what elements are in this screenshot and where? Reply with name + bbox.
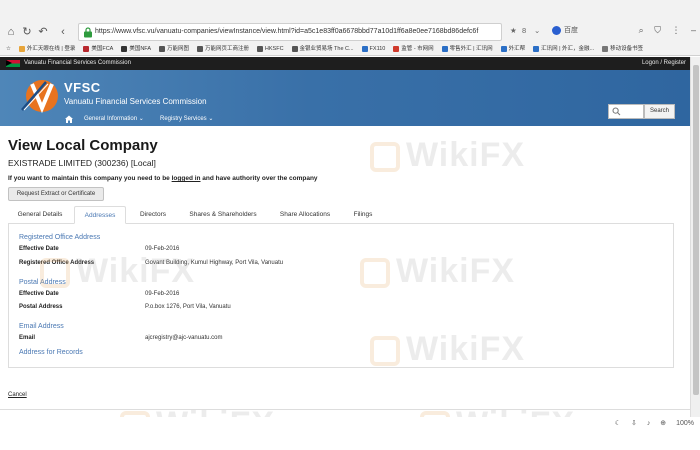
menu-registry-services[interactable]: Registry Services ⌄	[160, 115, 213, 122]
bookmark-item[interactable]: FX110	[361, 42, 385, 56]
logon-register-link[interactable]: Logon / Register	[642, 60, 686, 66]
tab-addresses[interactable]: Addresses	[74, 206, 126, 224]
menu-general-information[interactable]: General Information ⌄	[84, 115, 144, 122]
speaker-icon[interactable]: ♪	[647, 420, 651, 427]
site-search-button[interactable]: Search	[644, 104, 675, 119]
request-extract-button[interactable]: Request Extract or Certificate	[8, 187, 104, 201]
effective-date-value: 09-Feb-2016	[145, 246, 180, 252]
download-icon[interactable]: ⇩	[631, 420, 637, 427]
registered-office-heading: Registered Office Address	[19, 234, 101, 241]
search-engine-label: 百度	[564, 27, 578, 34]
site-logo-subtitle: Vanuatu Financial Services Commission	[64, 97, 207, 106]
moon-icon[interactable]: ☾	[615, 420, 621, 427]
site-topbar: Vanuatu Financial Services Commission Lo…	[0, 57, 690, 70]
bookmarks-bar: ☆ 外汇天眼在线 | 登录 美国FCA 美国NFA 万能网图 万能网页工商注册 …	[0, 42, 700, 56]
bookmark-item[interactable]: 移动设备书签	[602, 42, 643, 56]
maintain-note: If you want to maintain this company you…	[8, 175, 318, 182]
tab-general-details[interactable]: General Details	[8, 206, 72, 224]
tab-filings[interactable]: Filings	[344, 206, 382, 224]
effective-date-value: 09-Feb-2016	[145, 291, 180, 297]
url-text: https://www.vfsc.vu/vanuatu-companies/vi…	[95, 28, 479, 35]
bookmark-item[interactable]: 万能网图	[158, 42, 189, 56]
status-icons: ☾ ⇩ ♪ ⊕ 100%	[607, 419, 694, 427]
site-search-input[interactable]	[608, 104, 644, 119]
addresses-panel: Registered Office Address Effective Date…	[8, 224, 674, 368]
address-for-records-heading: Address for Records	[19, 349, 83, 356]
search-engine-selector[interactable]: 百度	[552, 25, 622, 39]
email-address-heading: Email Address	[19, 323, 64, 330]
watermark: WikiFX	[370, 136, 525, 175]
registered-office-label: Registered Office Address	[19, 260, 95, 266]
page-title: View Local Company	[8, 137, 158, 154]
bookmark-item[interactable]: 美国NFA	[121, 42, 151, 56]
bookmark-star-icon[interactable]: ★	[510, 26, 517, 35]
tab-bar: General Details Addresses Directors Shar…	[8, 206, 674, 224]
chevron-down-icon[interactable]: ⌄	[534, 26, 540, 35]
divider	[0, 409, 690, 410]
site-logo-text: VFSC	[64, 80, 101, 95]
postal-address-label: Postal Address	[19, 304, 63, 310]
back-icon[interactable]: ‹	[56, 25, 70, 39]
minimize-icon[interactable]: –	[691, 25, 696, 35]
bookmark-item[interactable]: HKSFC	[256, 42, 284, 56]
company-name: EXISTRADE LIMITED (300236) [Local]	[8, 158, 156, 168]
navigation-row: ⌂ ↻ ↶ ‹ https://www.vfsc.vu/vanuatu-comp…	[0, 22, 700, 42]
bookmark-item[interactable]: 外汇帮	[500, 42, 525, 56]
cancel-link[interactable]: Cancel	[8, 392, 27, 398]
email-value: ajcregistry@ajc-vanuatu.com	[145, 335, 223, 341]
menu-icon[interactable]: ⋮	[671, 25, 680, 35]
browser-chrome: ⌂ ↻ ↶ ‹ https://www.vfsc.vu/vanuatu-comp…	[0, 0, 700, 56]
site-banner: VFSC Vanuatu Financial Services Commissi…	[0, 70, 690, 126]
tab-share-allocations[interactable]: Share Allocations	[272, 206, 338, 224]
magnifier-icon[interactable]: ⌕	[639, 25, 644, 35]
effective-date-label: Effective Date	[19, 291, 59, 297]
bookmark-item[interactable]: 万能网页工商注册	[196, 42, 249, 56]
address-bar[interactable]: https://www.vfsc.vu/vanuatu-companies/vi…	[78, 23, 502, 41]
toolbar-counter: 8	[522, 26, 527, 35]
page-scrollbar[interactable]	[690, 57, 700, 417]
zoom-icon[interactable]: ⊕	[660, 420, 666, 427]
bookmark-item[interactable]: 美国FCA	[83, 42, 113, 56]
registered-office-value: Govant Building, Kumul Highway, Port Vil…	[145, 260, 284, 266]
bookmark-item[interactable]: 监管 - 市网网	[393, 42, 434, 56]
lock-icon	[84, 27, 92, 38]
vanuatu-flag-icon	[6, 60, 20, 67]
bookmark-star-icon: ☆	[6, 46, 11, 52]
cart-icon[interactable]: ⛉	[654, 25, 661, 35]
browser-status-bar: ☾ ⇩ ♪ ⊕ 100%	[0, 417, 700, 450]
bookmark-item[interactable]: 外汇天眼在线 | 登录	[18, 42, 75, 56]
browser-right-icons: ⌕ ⛉ ⋮ –	[631, 25, 696, 36]
reload-icon[interactable]: ↻	[20, 25, 34, 39]
bookmark-item[interactable]: 汇讯网 | 外汇，金融...	[533, 42, 594, 56]
undo-icon[interactable]: ↶	[36, 25, 50, 39]
effective-date-label: Effective Date	[19, 246, 59, 252]
home-icon[interactable]: ⌂	[4, 25, 18, 39]
postal-address-heading: Postal Address	[19, 279, 66, 286]
tab-directors[interactable]: Directors	[130, 206, 176, 224]
org-name: Vanuatu Financial Services Commission	[24, 60, 131, 66]
tab-shares-shareholders[interactable]: Shares & Shareholders	[182, 206, 264, 224]
home-icon[interactable]	[64, 114, 74, 124]
vfsc-logo-icon	[21, 80, 58, 114]
postal-address-value: P.o.box 1276, Port Vila, Vanuatu	[145, 304, 231, 310]
search-icon	[612, 107, 621, 116]
search-engine-icon	[552, 25, 561, 35]
email-label: Email	[19, 335, 36, 341]
logged-in-link[interactable]: logged in	[172, 175, 201, 182]
bookmark-item[interactable]: 零售外汇 | 汇讯网	[441, 42, 493, 56]
scrollbar-thumb[interactable]	[693, 65, 699, 395]
bookmark-item[interactable]: 金银业贸易场 The C...	[291, 42, 354, 56]
zoom-level[interactable]: 100%	[676, 420, 694, 427]
